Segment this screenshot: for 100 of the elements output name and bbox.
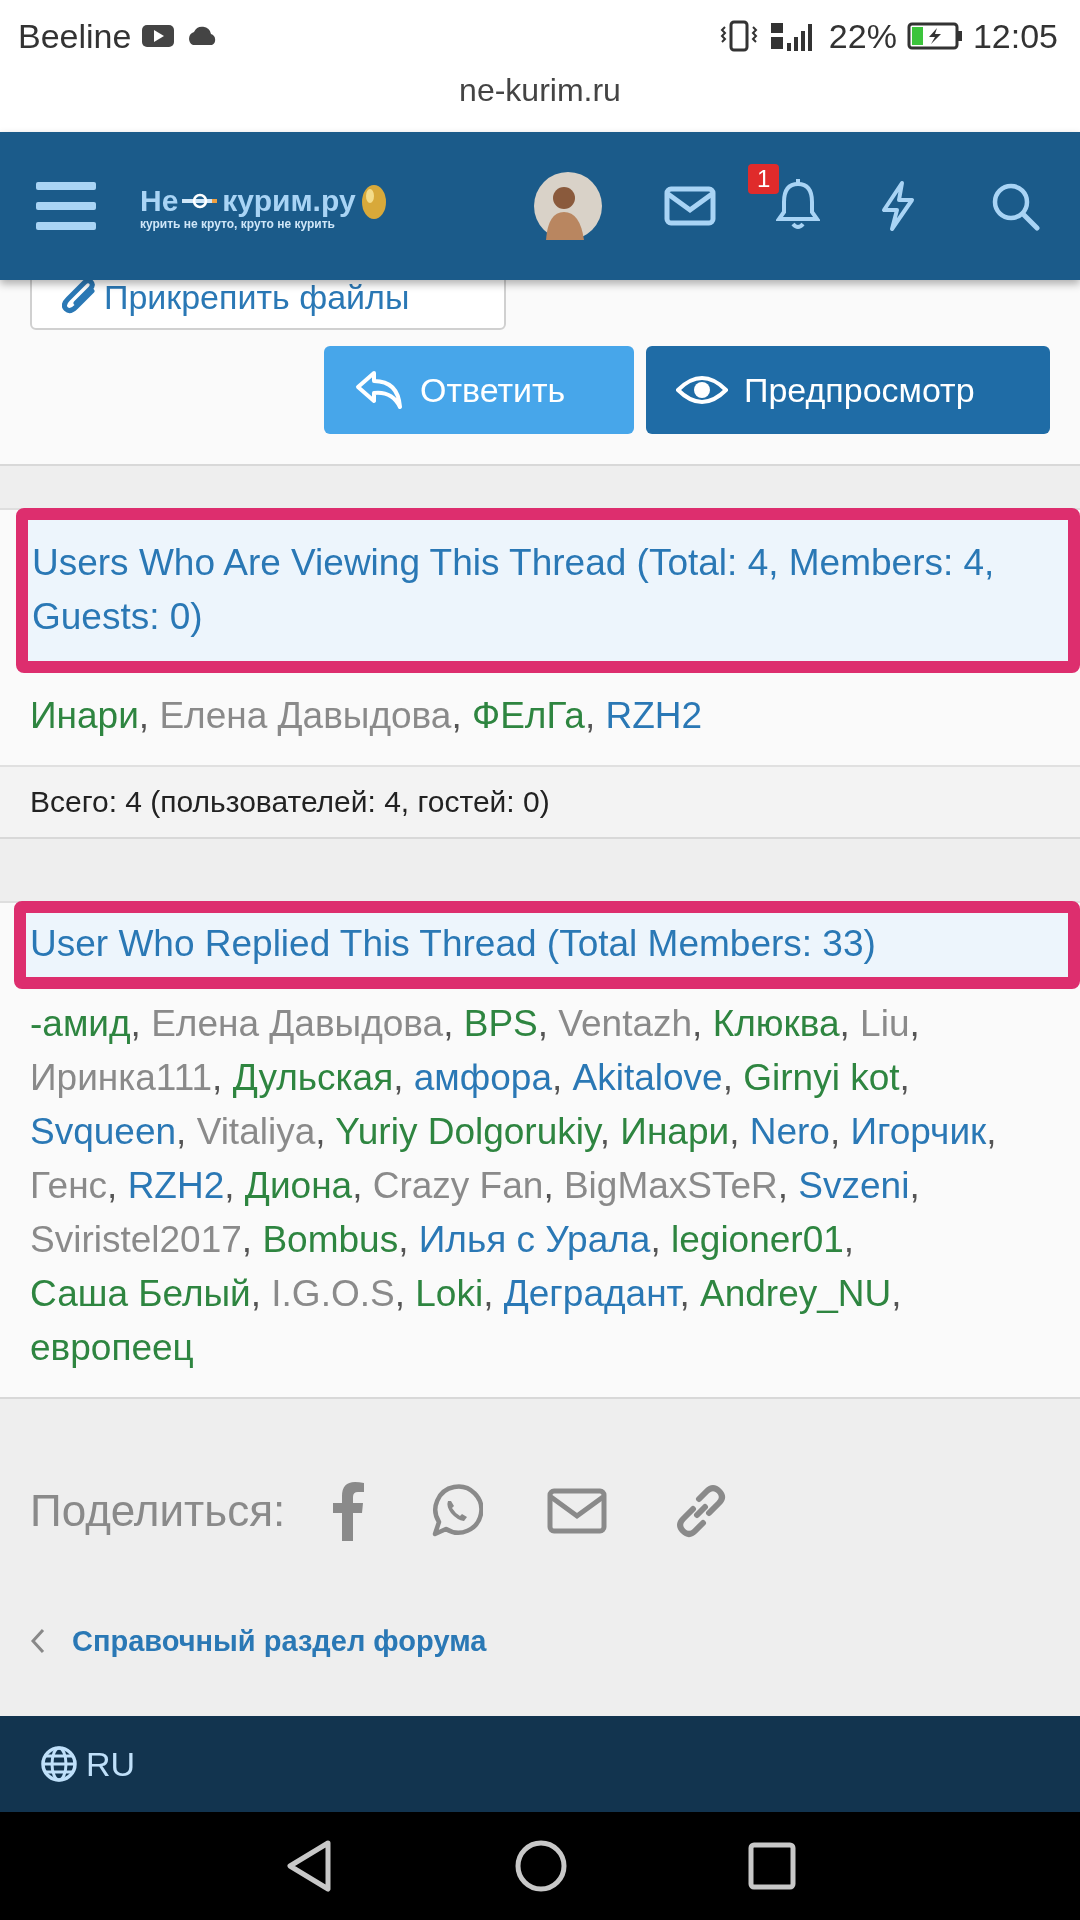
attach-files-button[interactable]: Прикрепить файлы bbox=[30, 280, 506, 330]
user-link[interactable]: Bombus bbox=[262, 1218, 399, 1260]
user-link[interactable]: Иринка111 bbox=[30, 1056, 213, 1098]
separator: , bbox=[777, 1164, 789, 1206]
globe-icon[interactable] bbox=[40, 1745, 78, 1783]
reply-button[interactable]: Ответить bbox=[324, 346, 634, 434]
user-link[interactable]: Инари bbox=[30, 695, 139, 737]
user-link[interactable]: ФЕлГа bbox=[472, 695, 585, 737]
user-link[interactable]: Ventazh bbox=[558, 1002, 693, 1044]
separator: , bbox=[394, 1272, 405, 1314]
user-link[interactable]: Саша Белый bbox=[30, 1272, 251, 1314]
back-icon[interactable] bbox=[284, 1839, 334, 1893]
separator: , bbox=[130, 1002, 141, 1044]
video-icon bbox=[141, 24, 176, 48]
separator: , bbox=[679, 1272, 690, 1314]
user-link[interactable]: legioner01 bbox=[671, 1218, 844, 1260]
separator: , bbox=[839, 1002, 850, 1044]
user-link[interactable]: Илья с Урала bbox=[418, 1218, 651, 1260]
preview-button[interactable]: Предпросмотр bbox=[646, 346, 1050, 434]
share-label: Поделиться: bbox=[30, 1485, 286, 1536]
separator: , bbox=[899, 1056, 910, 1098]
separator: , bbox=[398, 1218, 409, 1260]
mail-icon[interactable] bbox=[664, 186, 716, 226]
logo-title: курим.ру bbox=[222, 184, 356, 218]
notification-badge: 1 bbox=[748, 164, 780, 194]
reply-arrow-icon bbox=[354, 369, 404, 411]
user-link[interactable]: BigMaxSTeR bbox=[563, 1164, 778, 1206]
user-link[interactable]: Дульская bbox=[232, 1056, 394, 1098]
home-icon[interactable] bbox=[514, 1839, 568, 1893]
user-link[interactable]: Vitaliya bbox=[196, 1110, 316, 1152]
user-link[interactable]: Елена Давыдова bbox=[159, 695, 452, 737]
user-link[interactable]: Svzeni bbox=[798, 1164, 910, 1206]
search-icon[interactable] bbox=[990, 181, 1040, 231]
user-link[interactable]: Nero bbox=[749, 1110, 830, 1152]
user-link[interactable]: Инари bbox=[620, 1110, 730, 1152]
user-link[interactable]: Клюква bbox=[712, 1002, 840, 1044]
user-link[interactable]: RZH2 bbox=[127, 1164, 225, 1206]
separator: , bbox=[543, 1164, 554, 1206]
user-link[interactable]: I.G.O.S bbox=[271, 1272, 395, 1314]
separator: , bbox=[843, 1218, 855, 1260]
user-link[interactable]: Loki bbox=[415, 1272, 484, 1314]
section-title[interactable]: Users Who Are Viewing This Thread (Total: 4, Members: 4, Guests: 0) bbox=[32, 536, 1050, 644]
avatar[interactable] bbox=[534, 172, 602, 240]
separator: , bbox=[241, 1218, 253, 1260]
user-link[interactable]: Yuriy Dolgorukiy bbox=[335, 1110, 600, 1152]
user-link[interactable]: амфора bbox=[413, 1056, 552, 1098]
user-link[interactable]: Svqueen bbox=[30, 1110, 177, 1152]
separator: , bbox=[352, 1164, 363, 1206]
user-link[interactable]: Деградант bbox=[503, 1272, 680, 1314]
separator: , bbox=[107, 1164, 118, 1206]
breadcrumb-link[interactable]: Справочный раздел форума bbox=[72, 1624, 487, 1658]
section-title[interactable]: User Who Replied This Thread (Total Members: 33) bbox=[30, 917, 1050, 971]
user-link[interactable]: BPS bbox=[463, 1002, 538, 1044]
user-link[interactable]: Liu bbox=[860, 1002, 910, 1044]
separator: , bbox=[722, 1056, 733, 1098]
mail-icon[interactable] bbox=[547, 1487, 608, 1534]
separator: , bbox=[250, 1272, 262, 1314]
logo-title: Не bbox=[140, 184, 179, 218]
separator: , bbox=[537, 1002, 549, 1044]
separator: , bbox=[551, 1056, 563, 1098]
facebook-icon[interactable] bbox=[331, 1480, 366, 1541]
user-link[interactable]: Andrey_NU bbox=[700, 1272, 892, 1314]
url-text[interactable]: ne-kurim.ru bbox=[459, 72, 621, 109]
separator: , bbox=[909, 1002, 920, 1044]
user-link[interactable]: Girnyi kot bbox=[743, 1056, 900, 1098]
battery-icon bbox=[906, 21, 963, 51]
vibrate-icon bbox=[718, 19, 759, 53]
user-link[interactable]: Sviristel2017 bbox=[30, 1218, 242, 1260]
user-link[interactable]: европеец bbox=[30, 1326, 194, 1368]
user-link[interactable]: Crazy Fan bbox=[372, 1164, 544, 1206]
user-link[interactable]: -амид bbox=[30, 1002, 131, 1044]
summary-text: Всего: 4 (пользователей: 4, гостей: 0) bbox=[30, 785, 550, 819]
user-link[interactable]: Генс bbox=[30, 1164, 108, 1206]
recent-apps-icon[interactable] bbox=[748, 1842, 796, 1890]
user-link[interactable]: Диона bbox=[244, 1164, 353, 1206]
separator: , bbox=[443, 1002, 454, 1044]
separator: , bbox=[584, 695, 596, 737]
separator: , bbox=[212, 1056, 223, 1098]
notification-bell-icon[interactable] bbox=[776, 178, 820, 230]
user-link[interactable]: RZH2 bbox=[605, 695, 703, 737]
separator: , bbox=[891, 1272, 902, 1314]
language-selector[interactable]: RU bbox=[86, 1744, 136, 1784]
battery-percent: 22% bbox=[828, 16, 897, 56]
separator: , bbox=[224, 1164, 235, 1206]
separator: , bbox=[829, 1110, 841, 1152]
clock: 12:05 bbox=[972, 16, 1058, 56]
user-link[interactable]: Игорчик bbox=[850, 1110, 987, 1152]
separator: , bbox=[315, 1110, 326, 1152]
separator: , bbox=[692, 1002, 703, 1044]
user-link[interactable]: Елена Давыдова bbox=[151, 1002, 444, 1044]
separator: , bbox=[483, 1272, 494, 1314]
separator: , bbox=[909, 1164, 920, 1206]
site-logo[interactable]: Не курим.ру курить не круто, круто не курить bbox=[140, 181, 388, 231]
user-link[interactable]: Akitalove bbox=[572, 1056, 723, 1098]
separator: , bbox=[176, 1110, 187, 1152]
chevron-left-icon bbox=[30, 1627, 46, 1656]
logo-tagline: курить не круто, круто не курить bbox=[140, 217, 336, 231]
separator: , bbox=[393, 1056, 404, 1098]
separator: , bbox=[650, 1218, 661, 1260]
separator: , bbox=[729, 1110, 740, 1152]
